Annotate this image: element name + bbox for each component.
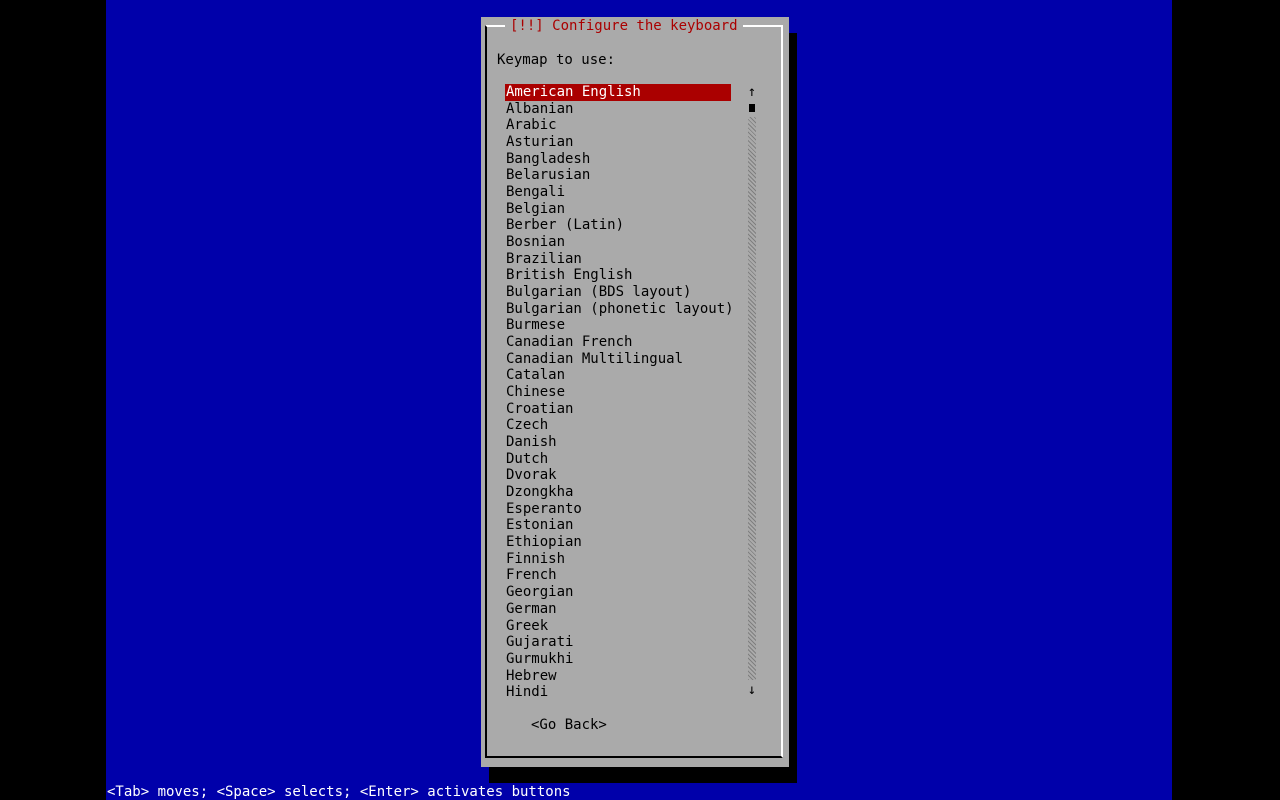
keymap-option[interactable]: Dzongkha <box>505 484 731 501</box>
keymap-option[interactable]: Danish <box>505 434 731 451</box>
scroll-thumb[interactable] <box>749 104 755 112</box>
keymap-option[interactable]: Chinese <box>505 384 731 401</box>
keymap-option[interactable]: Hindi <box>505 684 731 701</box>
installer-screen: [!!] Configure the keyboard Keymap to us… <box>0 0 1280 800</box>
keymap-option[interactable]: British English <box>505 267 731 284</box>
keymap-option[interactable]: Czech <box>505 417 731 434</box>
keymap-option[interactable]: Belarusian <box>505 167 731 184</box>
keymap-option[interactable]: Bengali <box>505 184 731 201</box>
keymap-option[interactable]: Dvorak <box>505 467 731 484</box>
keyboard-help-status-line: <Tab> moves; <Space> selects; <Enter> ac… <box>107 784 571 800</box>
keymap-prompt: Keymap to use: <box>497 52 616 68</box>
keymap-option[interactable]: Albanian <box>505 101 731 118</box>
dialog-title-bar: [!!] Configure the keyboard <box>505 17 743 35</box>
keymap-option[interactable]: Bulgarian (phonetic layout) <box>505 301 734 318</box>
keymap-option[interactable]: French <box>505 567 731 584</box>
scroll-track[interactable] <box>748 117 756 680</box>
keymap-option[interactable]: Arabic <box>505 117 731 134</box>
keymap-option-selected[interactable]: American English <box>505 84 731 101</box>
keymap-option[interactable]: German <box>505 601 731 618</box>
keymap-option[interactable]: Catalan <box>505 367 731 384</box>
keymap-option[interactable]: Bosnian <box>505 234 731 251</box>
keymap-option[interactable]: Georgian <box>505 584 731 601</box>
scroll-down-arrow-icon[interactable]: ↓ <box>747 682 757 698</box>
keymap-option[interactable]: Greek <box>505 618 731 635</box>
keymap-option[interactable]: Bangladesh <box>505 151 731 168</box>
go-back-button[interactable]: <Go Back> <box>531 717 607 733</box>
keymap-option[interactable]: Asturian <box>505 134 731 151</box>
keymap-option[interactable]: Berber (Latin) <box>505 217 731 234</box>
keymap-option[interactable]: Canadian Multilingual <box>505 351 731 368</box>
keymap-option[interactable]: Brazilian <box>505 251 731 268</box>
keymap-option[interactable]: Gurmukhi <box>505 651 731 668</box>
keymap-option[interactable]: Burmese <box>505 317 731 334</box>
keymap-option[interactable]: Estonian <box>505 517 731 534</box>
keymap-option[interactable]: Belgian <box>505 201 731 218</box>
scroll-up-arrow-icon[interactable]: ↑ <box>747 84 757 100</box>
keymap-list[interactable]: American English Albanian Arabic Asturian Ba… <box>505 84 734 701</box>
keymap-option[interactable]: Esperanto <box>505 501 731 518</box>
keymap-option[interactable]: Finnish <box>505 551 731 568</box>
keymap-option[interactable]: Croatian <box>505 401 731 418</box>
dialog-title: [!!] Configure the keyboard <box>510 18 738 34</box>
keymap-option[interactable]: Canadian French <box>505 334 731 351</box>
keymap-option[interactable]: Dutch <box>505 451 731 468</box>
keymap-option[interactable]: Ethiopian <box>505 534 731 551</box>
keymap-option[interactable]: Gujarati <box>505 634 731 651</box>
keymap-option[interactable]: Hebrew <box>505 668 731 685</box>
keymap-scrollbar[interactable]: ↑ ↓ <box>747 84 757 698</box>
keymap-option[interactable]: Bulgarian (BDS layout) <box>505 284 731 301</box>
keyboard-config-dialog: [!!] Configure the keyboard Keymap to us… <box>481 17 789 767</box>
